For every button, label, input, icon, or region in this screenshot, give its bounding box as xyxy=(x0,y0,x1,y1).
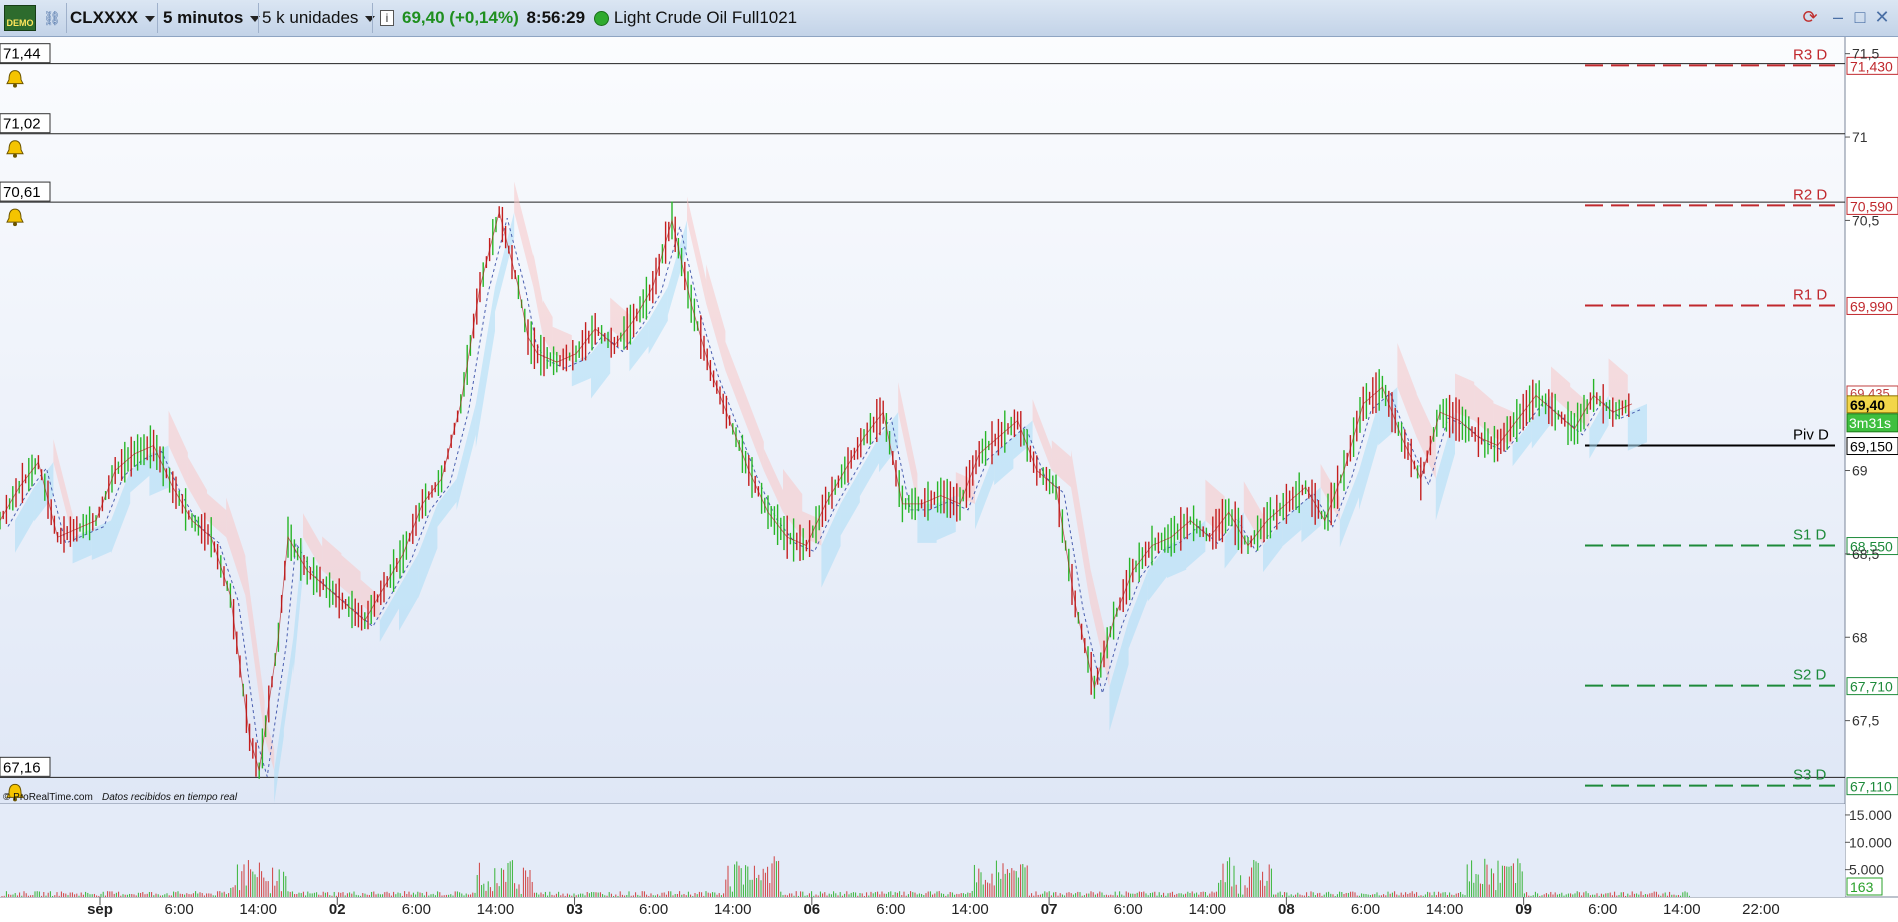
minimize-icon[interactable]: – xyxy=(1828,7,1848,27)
close-icon[interactable]: ✕ xyxy=(1872,7,1892,27)
time-tick-label: 07 xyxy=(1041,901,1058,918)
dropdown-icon xyxy=(145,15,156,22)
time-tick-label: 22:00 xyxy=(1742,901,1780,918)
last-price: 69,40 xyxy=(402,8,445,27)
live-status-icon xyxy=(593,11,609,27)
price-tick-label: 69 xyxy=(1852,463,1868,479)
time-tick-label: 14:00 xyxy=(951,901,989,918)
separator xyxy=(157,3,158,33)
realtime-note: Datos recibidos en tiempo real xyxy=(102,792,238,803)
time-tick-label: 08 xyxy=(1278,901,1295,918)
alert-label: 70,61 xyxy=(3,184,41,201)
time-tick-label: 6:00 xyxy=(164,901,193,918)
toolbar: DEMO ⛓ CLXXXX 5 minutos 5 k unidades i 6… xyxy=(0,0,1898,37)
time-tick-label: 6:00 xyxy=(639,901,668,918)
pivot-name: Piv D xyxy=(1793,427,1829,444)
separator xyxy=(372,3,373,33)
separator xyxy=(258,3,259,33)
time-tick-label: 02 xyxy=(329,901,346,918)
price-tick-label: 71 xyxy=(1852,129,1868,145)
maximize-icon[interactable]: □ xyxy=(1850,7,1870,27)
separator xyxy=(66,3,67,33)
pivot-name: R3 D xyxy=(1793,46,1827,63)
price-tick-label: 68,5 xyxy=(1852,546,1879,562)
price-chart[interactable]: 71,4471,0270,6167,16 R3 D71,430R2 D70,59… xyxy=(0,37,1898,922)
time-axis: sep 6:00 14:00 02 6:00 14:00 03 6:00 14:00 06 6:00… xyxy=(87,897,1780,918)
pivot-name: R2 D xyxy=(1793,186,1827,203)
price-tick-label: 68 xyxy=(1852,629,1868,645)
volume-tick-label: 10.000 xyxy=(1849,834,1892,850)
alert-label: 67,16 xyxy=(3,759,41,776)
bell-clapper xyxy=(13,222,17,227)
time-tick-label: 14:00 xyxy=(714,901,752,918)
time-tick-label: sep xyxy=(87,901,113,918)
bell-clapper xyxy=(13,83,17,88)
timeframe-selector[interactable]: 5 minutos xyxy=(163,4,261,32)
time-tick-label: 6:00 xyxy=(1351,901,1380,918)
time-tick-label: 14:00 xyxy=(477,901,515,918)
time-tick-label: 6:00 xyxy=(402,901,431,918)
volume-panel: 15.000 10.000 5.000163 xyxy=(0,804,1892,897)
time-tick-label: 14:00 xyxy=(239,901,277,918)
current-price-label: 69,40 xyxy=(1850,397,1885,413)
pivot-name: R1 D xyxy=(1793,286,1827,303)
instrument-name: Light Crude Oil Full1021 xyxy=(613,8,798,27)
pivot-name: S1 D xyxy=(1793,527,1827,544)
cloud-segment xyxy=(917,503,937,543)
time-tick-label: 06 xyxy=(803,901,820,918)
alert-label: 71,44 xyxy=(3,46,41,63)
time-tick-label: 14:00 xyxy=(1663,901,1701,918)
time-tick-label: 03 xyxy=(566,901,583,918)
pivot-name: S3 D xyxy=(1793,767,1827,784)
time-tick-label: 09 xyxy=(1515,901,1532,918)
volume-tick-label: 5.000 xyxy=(1849,862,1884,878)
time-tick-label: 6:00 xyxy=(876,901,905,918)
bell-clapper xyxy=(13,153,17,158)
time-tick-label: 14:00 xyxy=(1426,901,1464,918)
pivot-axis-label: 67,710 xyxy=(1850,679,1893,695)
time-tick-label: 6:00 xyxy=(1588,901,1617,918)
symbol-label: CLXXXX xyxy=(70,8,139,27)
info-icon[interactable]: i xyxy=(380,10,394,26)
dropdown-icon xyxy=(365,15,376,22)
time-tick-label: 14:00 xyxy=(1188,901,1226,918)
pivot-axis-label: 69,990 xyxy=(1850,298,1893,314)
units-selector[interactable]: 5 k unidades xyxy=(262,4,376,32)
countdown-label: 3m31s xyxy=(1849,415,1891,431)
volume-tick-label: 15.000 xyxy=(1849,807,1892,823)
timeframe-label: 5 minutos xyxy=(163,8,244,27)
volume-current-label: 163 xyxy=(1850,879,1874,895)
price-tick-label: 67,5 xyxy=(1852,713,1879,729)
pivot-name: S2 D xyxy=(1793,667,1827,684)
sync-icon[interactable]: ⟳ xyxy=(1800,7,1820,27)
pivot-axis-label: 67,110 xyxy=(1850,779,1892,795)
quote-display: 69,40 (+0,14%) 8:56:29 Light Crude Oil F… xyxy=(402,4,797,32)
demo-icon[interactable]: DEMO xyxy=(4,5,36,31)
link-icon[interactable]: ⛓ xyxy=(42,4,62,32)
time-tick-label: 6:00 xyxy=(1114,901,1143,918)
pivot-axis-label: 69,150 xyxy=(1850,439,1893,455)
source-credit: © ProRealTime.com xyxy=(3,792,93,803)
alert-label: 71,02 xyxy=(3,116,41,133)
price-tick-label: 71,5 xyxy=(1852,46,1879,62)
quote-time: 8:56:29 xyxy=(526,8,586,27)
price-change: (+0,14%) xyxy=(449,8,519,27)
price-tick-label: 70,5 xyxy=(1852,212,1879,228)
units-label: 5 k unidades xyxy=(262,8,359,27)
symbol-selector[interactable]: CLXXXX xyxy=(70,4,156,32)
